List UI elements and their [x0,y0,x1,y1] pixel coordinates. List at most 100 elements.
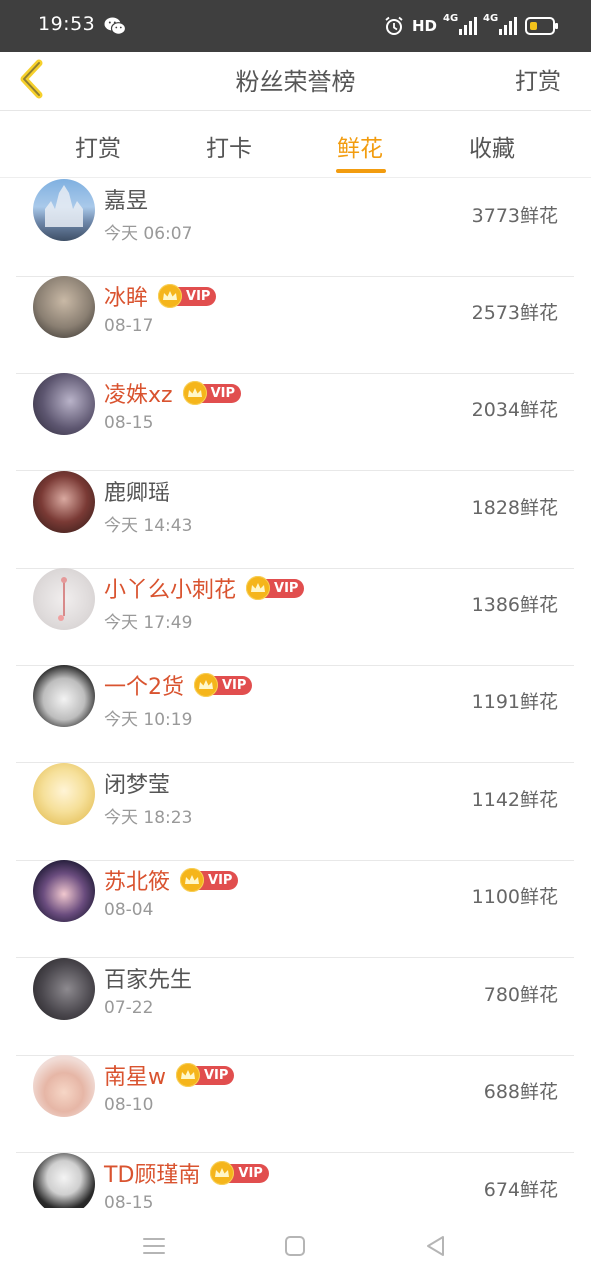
vip-badge: VIP [210,1161,269,1185]
timestamp: 08-10 [104,1095,154,1115]
user-name: 一个2货 [104,675,184,700]
name-line: 苏北筱 VIP [104,864,239,896]
crown-icon [180,868,205,892]
user-name: 鹿卿瑶 [104,481,171,506]
list-item[interactable]: TD顾瑾南 VIP 08-15 674鲜花 [16,1153,574,1208]
name-line: 冰眸 VIP [104,280,217,312]
top-bar: 粉丝荣誉榜 打赏 [0,52,591,111]
user-name: 苏北筱 [104,870,171,895]
triangle-back-icon [427,1236,444,1256]
tab-favorites[interactable]: 收藏 [469,129,515,163]
flower-count: 1100鲜花 [471,886,558,908]
home-button[interactable] [281,1232,309,1260]
back-nav-button[interactable] [421,1232,449,1260]
user-name: 百家先生 [104,968,193,993]
name-line: 鹿卿瑶 [104,475,170,507]
signal-icon-2: 4G [483,13,517,35]
name-line: 一个2货 VIP [104,669,253,701]
user-name: 小丫么小刺花 [104,578,237,603]
vip-badge: VIP [182,381,242,405]
alarm-icon [385,16,403,35]
vip-badge: VIP [158,284,217,308]
hd-indicator: HD [411,17,437,35]
system-nav-bar [0,1208,591,1280]
vip-badge: VIP [176,1063,235,1087]
timestamp: 08-15 [104,413,154,433]
user-name: 凌姝xz [104,383,173,408]
tab-flowers[interactable]: 鲜花 [337,129,383,163]
timestamp: 今天 14:43 [104,516,193,536]
user-name: TD顾瑾南 [104,1163,201,1188]
name-line: 凌姝xz VIP [104,377,242,409]
vip-badge: VIP [180,868,239,892]
flower-count: 780鲜花 [483,984,558,1006]
name-line: 百家先生 [104,962,192,994]
status-right: HD 4G 4G [384,13,558,38]
name-line: 闭梦莹 [104,767,170,799]
list-item[interactable]: 凌姝xz VIP 08-15 2034鲜花 [16,373,574,471]
network-type-2: 4G [483,13,499,24]
flower-count: 1386鲜花 [471,594,558,616]
list-item[interactable]: 鹿卿瑶 今天 14:43 1828鲜花 [16,471,574,569]
battery-icon [525,17,558,35]
menu-icon [143,1238,165,1254]
avatar [33,373,95,435]
timestamp: 08-04 [104,900,154,920]
avatar [33,1153,95,1208]
list-item[interactable]: 苏北筱 VIP 08-04 1100鲜花 [16,860,574,958]
tab-checkin[interactable]: 打卡 [206,129,252,163]
list-item[interactable]: 闭梦莹 今天 18:23 1142鲜花 [16,763,574,861]
active-tab-indicator [336,169,386,173]
name-line: 嘉昱 [104,183,148,215]
page-title: 粉丝荣誉榜 [235,68,356,96]
network-type-1: 4G [443,13,459,24]
timestamp: 07-22 [104,998,154,1018]
avatar [33,958,95,1020]
home-square-icon [285,1236,305,1256]
flower-count: 1191鲜花 [471,691,558,713]
timestamp: 今天 06:07 [104,224,193,244]
timestamp: 08-15 [104,1193,154,1208]
tab-bar: 打赏 打卡 鲜花 收藏 [0,111,591,178]
flower-count: 1142鲜花 [471,789,558,811]
list-item[interactable]: 冰眸 VIP 08-17 2573鲜花 [16,276,574,374]
wechat-icon [104,17,126,35]
signal-icon-1: 4G [443,13,477,35]
status-time: 19:53 [38,13,96,35]
crown-icon [246,576,271,600]
timestamp: 今天 17:49 [104,613,193,633]
crown-icon [158,284,183,308]
flower-count: 2573鲜花 [471,302,558,324]
crown-icon [194,673,218,697]
fan-ranking-list: 嘉昱 今天 06:07 3773鲜花 冰眸 VIP 08-17 2573鲜花 凌… [0,178,591,1208]
flower-count: 688鲜花 [483,1081,558,1103]
list-item[interactable]: 小丫么小刺花 VIP 今天 17:49 1386鲜花 [16,568,574,666]
avatar [33,179,95,241]
crown-icon [182,381,207,405]
vip-badge: VIP [194,673,253,697]
flower-count: 2034鲜花 [471,399,558,421]
user-name: 嘉昱 [104,189,149,214]
menu-button[interactable] [140,1232,168,1260]
timestamp: 08-17 [104,316,154,336]
vip-badge: VIP [246,576,305,600]
list-item[interactable]: 嘉昱 今天 06:07 3773鲜花 [16,179,574,277]
user-name: 冰眸 [104,286,149,311]
reward-button[interactable]: 打赏 [515,62,561,96]
avatar [33,860,95,922]
flower-count: 1828鲜花 [471,497,558,519]
user-name: 闭梦莹 [104,773,171,798]
avatar [33,665,95,727]
avatar [33,471,95,533]
avatar [33,276,95,338]
name-line: 南星w VIP [104,1059,235,1091]
name-line: TD顾瑾南 VIP [104,1157,269,1189]
list-item[interactable]: 一个2货 VIP 今天 10:19 1191鲜花 [16,665,574,763]
user-name: 南星w [104,1065,166,1090]
list-item[interactable]: 南星w VIP 08-10 688鲜花 [16,1055,574,1153]
flower-count: 3773鲜花 [471,205,558,227]
list-item[interactable]: 百家先生 07-22 780鲜花 [16,958,574,1056]
flower-count: 674鲜花 [483,1179,558,1201]
timestamp: 今天 18:23 [104,808,193,828]
tab-reward[interactable]: 打赏 [75,129,121,163]
